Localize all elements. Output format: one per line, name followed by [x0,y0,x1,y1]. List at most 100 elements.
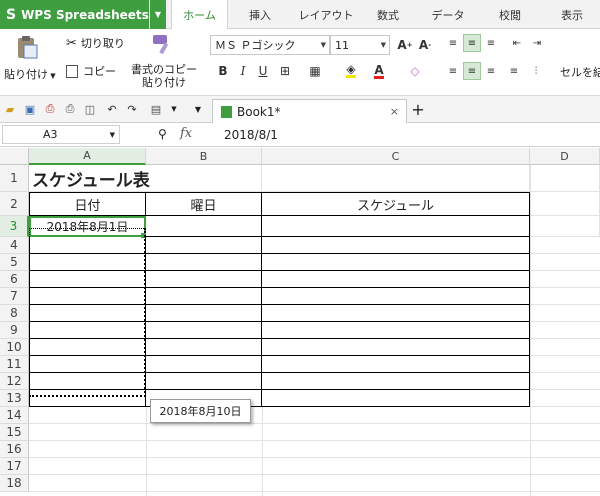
row-header[interactable]: 13 [0,390,29,407]
row-header[interactable]: 9 [0,322,29,339]
bold-icon[interactable]: B [214,62,232,80]
tab-formulas[interactable]: 数式 [368,0,408,29]
row-header[interactable]: 3 [0,216,29,237]
row-header[interactable]: 5 [0,254,29,271]
clear-format-icon[interactable]: ◇ [406,62,424,80]
quick-access-bar: ▰ ▣ ⎙ ⎙ ◫ ↶ ↷ ▤ ▼ ▼ Book1* × + [0,96,600,123]
align-center-icon[interactable]: ≡ [463,62,481,80]
scissors-icon: ✂ [66,35,77,51]
row-header[interactable]: 7 [0,288,29,305]
cell[interactable] [262,165,530,192]
row-header[interactable]: 17 [0,458,29,475]
row-header[interactable]: 1 [0,165,29,192]
cell[interactable] [146,216,262,237]
tab-home[interactable]: ホーム [171,0,228,30]
select-all-corner[interactable] [0,148,29,165]
font-size-select[interactable]: 11 ▼ [330,35,390,55]
ribbon: 貼り付け ▼ ✂ 切り取り コピー 書式のコピー 貼り付け ＭＳ Ｐゴシック ▼ … [0,29,600,96]
app-menu-button[interactable]: S WPS Spreadsheets [0,0,149,29]
tab-view[interactable]: 表示 [552,0,592,29]
tab-insert[interactable]: 挿入 [238,0,282,29]
fill-color-icon[interactable]: ◈ [342,62,360,80]
search-icon[interactable]: ⚲ [158,127,167,141]
merge-cells-button[interactable]: セルを結 [560,64,600,80]
function-icon[interactable]: fx [180,126,192,141]
column-header-d[interactable]: D [530,148,600,165]
cell-a3-active[interactable]: 2018年8月1日 [29,216,146,237]
header-day[interactable]: 曜日 [146,192,262,216]
title-bar: S WPS Spreadsheets ▼ ホーム 挿入 レイアウト 数式 データ… [0,0,600,30]
row-header[interactable]: 12 [0,373,29,390]
paste-button[interactable] [14,34,40,60]
row-header[interactable]: 18 [0,475,29,492]
export-pdf-icon[interactable]: ⎙ [42,101,58,117]
spreadsheet-file-icon [221,105,232,118]
align-top-icon[interactable]: ≡ [444,34,462,52]
font-name-select[interactable]: ＭＳ Ｐゴシック ▼ [210,35,330,55]
save-icon[interactable]: ▣ [22,101,38,117]
tab-layout[interactable]: レイアウト [296,0,356,29]
row-header[interactable]: 2 [0,192,29,216]
justify-icon[interactable]: ≡ [505,62,523,80]
copy-button[interactable]: コピー [66,63,116,79]
column-header-b[interactable]: B [146,148,262,165]
open-folder-icon[interactable]: ▰ [2,101,18,117]
chevron-down-icon[interactable]: ▼ [166,101,182,117]
cell[interactable] [530,165,600,192]
align-bottom-icon[interactable]: ≡ [482,34,500,52]
template-icon[interactable]: ▤ [148,101,164,117]
row-header[interactable]: 6 [0,271,29,288]
decrease-indent-icon[interactable]: ⇤ [508,34,526,52]
fill-pattern-icon[interactable]: ▦ [306,62,324,80]
row-header[interactable]: 8 [0,305,29,322]
row-header[interactable]: 4 [0,237,29,254]
decrease-font-icon[interactable]: A- [416,36,434,54]
header-date[interactable]: 日付 [29,192,146,216]
undo-icon[interactable]: ↶ [104,101,120,117]
italic-icon[interactable]: I [234,62,252,80]
font-color-icon[interactable]: A [370,62,388,80]
align-right-icon[interactable]: ≡ [482,62,500,80]
cell[interactable] [530,216,600,237]
cell[interactable] [146,165,262,192]
tab-book1[interactable]: Book1* × [212,99,407,123]
borders-icon[interactable]: ⊞ [276,62,294,80]
tab-review[interactable]: 校閲 [490,0,530,29]
print-icon[interactable]: ⎙ [62,101,78,117]
sheet-title[interactable]: スケジュール表 [29,165,150,192]
app-menu-dropdown-icon[interactable]: ▼ [150,0,166,29]
align-left-icon[interactable]: ≡ [444,62,462,80]
distributed-icon[interactable]: ⫶ [527,62,545,80]
row-header[interactable]: 14 [0,407,29,424]
empty-grid-area[interactable] [29,407,600,496]
increase-font-icon[interactable]: A + [396,36,414,54]
row-header[interactable]: 11 [0,356,29,373]
align-middle-icon[interactable]: ≡ [463,34,481,52]
redo-icon[interactable]: ↷ [124,101,140,117]
print-preview-icon[interactable]: ◫ [82,101,98,117]
name-box[interactable]: A3 ▼ [2,125,120,144]
row-header[interactable]: 16 [0,441,29,458]
copy-icon [66,64,78,78]
customize-toolbar-icon[interactable]: ▼ [190,101,206,117]
tab-data[interactable]: データ [426,0,470,29]
format-painter-button[interactable]: 書式のコピー 貼り付け [131,63,197,89]
cut-button[interactable]: ✂ 切り取り [66,35,125,51]
format-painter-icon[interactable] [150,32,174,59]
header-schedule[interactable]: スケジュール [262,192,530,216]
chevron-down-icon: ▼ [109,130,115,139]
row-header[interactable]: 10 [0,339,29,356]
column-header-a[interactable]: A [29,148,146,165]
cell[interactable] [530,192,600,216]
close-icon[interactable]: × [390,105,399,118]
column-header-c[interactable]: C [262,148,530,165]
underline-icon[interactable]: U [254,62,272,80]
formula-bar: A3 ▼ ⚲ fx 2018/8/1 [0,123,600,147]
spreadsheet-grid[interactable]: A B C D 1 2 3 4 5 6 7 8 9 10 11 12 13 14… [0,148,600,496]
cell[interactable] [262,216,530,237]
increase-indent-icon[interactable]: ⇥ [528,34,546,52]
paste-label[interactable]: 貼り付け ▼ [4,66,56,82]
formula-input[interactable]: 2018/8/1 [212,125,598,144]
row-header[interactable]: 15 [0,424,29,441]
new-tab-icon[interactable]: + [410,100,426,119]
